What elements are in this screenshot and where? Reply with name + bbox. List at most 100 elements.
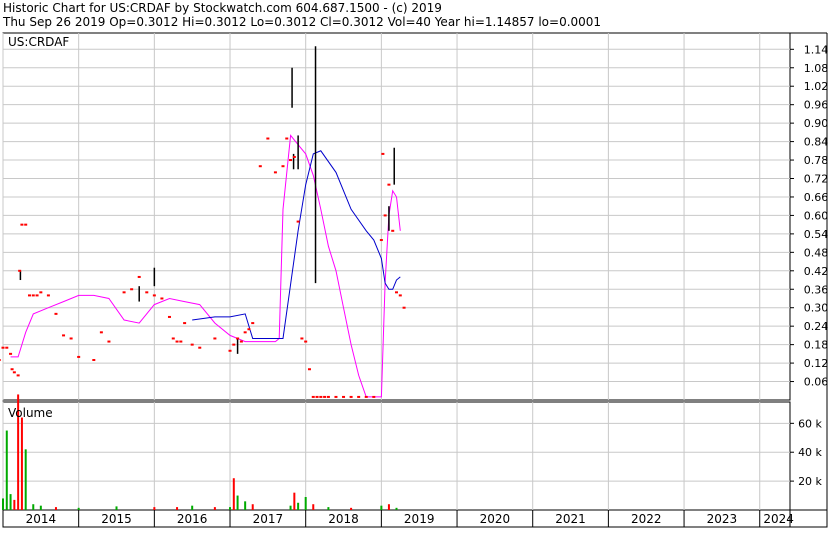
price-point	[160, 297, 164, 300]
price-tick-label: 1.14	[804, 43, 829, 56]
price-tick-label: 0.06	[804, 376, 829, 389]
price-point	[167, 315, 171, 318]
price-point	[319, 395, 323, 398]
price-point	[20, 223, 24, 226]
price-point	[9, 352, 13, 355]
volume-panel-frame	[2, 401, 791, 511]
x-tick-label: 2019	[404, 512, 435, 526]
price-tick-label: 0.90	[804, 117, 829, 130]
volume-bar	[312, 504, 315, 510]
price-tick-label: 0.18	[804, 339, 829, 352]
price-point	[24, 223, 28, 226]
volume-bar	[350, 507, 353, 510]
price-point	[171, 337, 175, 340]
price-tick-label: 0.48	[804, 246, 829, 259]
price-point	[145, 291, 149, 294]
x-tick-label: 2021	[555, 512, 586, 526]
volume-bar	[297, 502, 300, 510]
price-tick-label: 0.24	[804, 320, 829, 333]
price-point	[398, 294, 402, 297]
volume-bar	[39, 505, 42, 510]
price-tick-label: 1.02	[804, 80, 829, 93]
price-point	[0, 359, 1, 362]
price-point	[300, 337, 304, 340]
volume-bar	[244, 501, 247, 510]
volume-bar	[176, 507, 179, 510]
volume-bar	[191, 505, 194, 510]
price-point	[232, 343, 236, 346]
price-point	[5, 346, 9, 349]
price-point	[323, 395, 327, 398]
x-tick-label: 2015	[101, 512, 132, 526]
price-point	[379, 239, 383, 242]
price-point	[27, 294, 31, 297]
price-point	[311, 395, 315, 398]
price-point	[289, 159, 293, 162]
symbol-label: US:CRDAF	[8, 35, 70, 49]
price-point	[281, 165, 285, 168]
price-point	[12, 371, 16, 374]
price-point	[296, 220, 300, 223]
price-point	[77, 355, 81, 358]
x-tick-label: 2016	[177, 512, 208, 526]
price-point	[395, 291, 398, 294]
ma-short-line	[10, 134, 401, 398]
price-point	[315, 395, 319, 398]
price-point	[258, 165, 262, 168]
price-point	[387, 183, 391, 186]
price-point	[175, 340, 179, 343]
volume-bar	[77, 507, 80, 510]
price-point	[391, 229, 395, 232]
volume-bar	[20, 417, 23, 510]
price-point	[228, 349, 232, 352]
volume-bar	[232, 478, 235, 510]
price-point	[243, 331, 247, 334]
price-point	[62, 334, 66, 337]
price-tick-label: 0.36	[804, 283, 829, 296]
price-point	[35, 294, 39, 297]
volume-bar	[9, 494, 12, 510]
price-point	[122, 291, 126, 294]
volume-bar	[24, 449, 27, 510]
volume-bar	[304, 497, 307, 510]
price-tick-label: 0.96	[804, 99, 829, 112]
price-tick-label: 0.30	[804, 302, 829, 315]
volume-bar	[387, 504, 390, 510]
price-point	[18, 269, 22, 272]
price-point	[304, 340, 308, 343]
price-tick-label: 1.08	[804, 62, 829, 75]
volume-bar	[289, 505, 292, 510]
price-point	[247, 328, 251, 331]
x-tick-label: 2023	[707, 512, 738, 526]
stock-chart: 2014 2015 2016 2017 2018 2019 2020 2021 2022 2023…	[0, 32, 829, 528]
volume-bar	[229, 507, 232, 510]
volume-tick-label: 20 k	[798, 475, 822, 488]
volume-tick-label: 40 k	[798, 446, 822, 459]
price-point	[198, 346, 202, 349]
price-point	[402, 306, 406, 309]
price-tick-label: 0.12	[804, 357, 829, 370]
volume-tick-label: 60 k	[798, 417, 822, 430]
price-point	[31, 294, 35, 297]
price-point	[383, 214, 387, 217]
volume-bar	[115, 506, 118, 510]
volume-bar	[251, 504, 254, 510]
volume-bar	[32, 504, 35, 510]
price-point	[251, 322, 255, 325]
price-point	[69, 337, 73, 340]
x-tick-label: 2022	[631, 512, 662, 526]
price-point	[39, 291, 43, 294]
price-point	[357, 395, 361, 398]
price-point	[92, 359, 96, 362]
volume-panel-label: Volume	[8, 406, 53, 420]
x-tick-label: 2018	[328, 512, 359, 526]
volume-bar	[236, 495, 239, 510]
price-point	[236, 337, 240, 340]
volume-bar	[54, 507, 57, 510]
price-point	[10, 368, 14, 371]
x-tick-label: 2017	[253, 512, 284, 526]
price-point	[292, 155, 296, 158]
price-point	[99, 331, 103, 334]
volume-bar	[2, 498, 4, 510]
price-tick-label: 0.54	[804, 228, 829, 241]
